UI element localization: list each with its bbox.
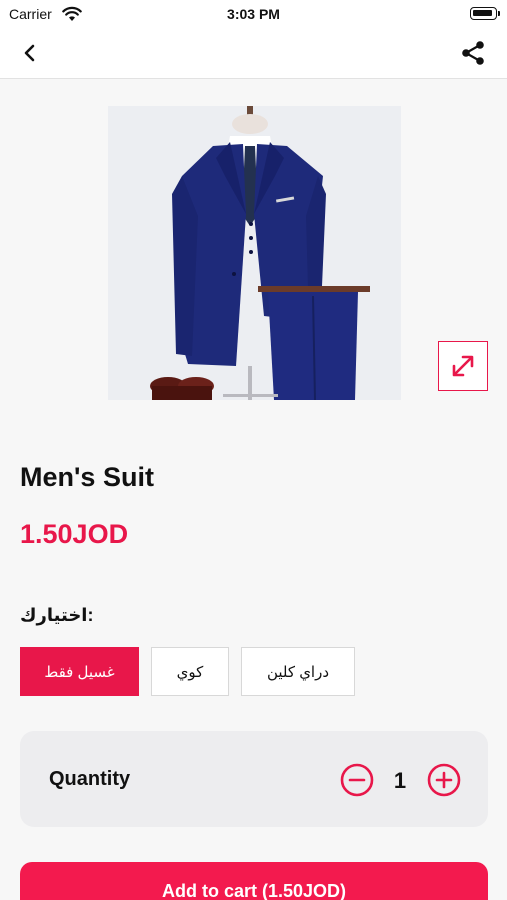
add-to-cart-button[interactable]: Add to cart (1.50JOD) [20,862,488,900]
option-label: غسيل فقط [44,663,115,681]
minus-circle-icon[interactable] [340,763,374,797]
add-to-cart-label: Add to cart (1.50JOD) [161,881,347,900]
clock: 3:03 PM [227,6,280,22]
option-dry-clean[interactable]: دراي كلين [241,647,355,696]
quantity-card: Quantity 1 [20,731,488,827]
expand-image-button[interactable] [438,341,488,391]
share-icon[interactable] [459,39,487,67]
product-image[interactable] [108,106,401,400]
quantity-value: 1 [393,768,407,793]
chevron-left-icon[interactable] [18,40,44,66]
options-label: اختيارك: [20,605,94,625]
option-label: دراي كلين [266,663,330,681]
option-label: كوي [176,663,204,681]
quantity-label: Quantity [49,768,131,790]
option-ironing[interactable]: كوي [151,647,229,696]
suit-illustration [108,106,401,400]
product-title: Men's Suit [20,462,154,492]
product-price: 1.50JOD [20,519,129,549]
battery-icon [470,7,500,20]
expand-diagonal-icon [452,355,474,377]
plus-circle-icon[interactable] [427,763,461,797]
option-wash-only[interactable]: غسيل فقط [20,647,139,696]
status-bar: Carrier 3:03 PM [0,0,507,28]
nav-bar [0,28,507,79]
